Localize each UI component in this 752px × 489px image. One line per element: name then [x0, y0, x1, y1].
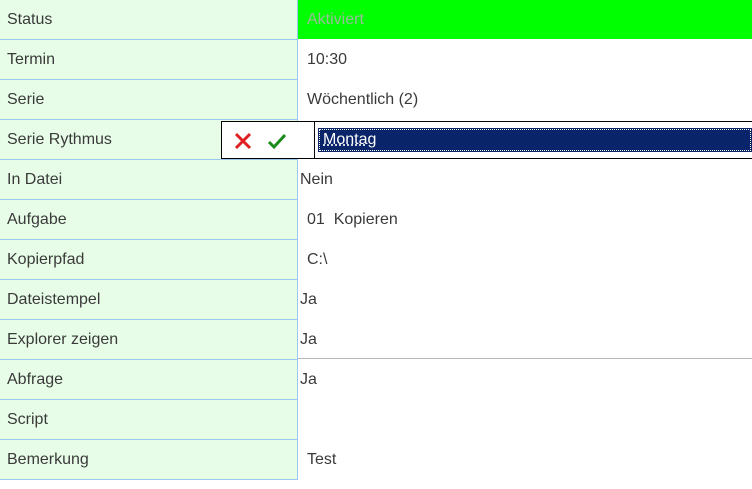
row-label: Status: [0, 0, 298, 40]
label-text: Serie Rythmus: [7, 131, 112, 148]
value-text: Ja: [300, 291, 317, 308]
inline-editor-buttons: [221, 121, 315, 159]
value-text: Ja: [300, 371, 317, 388]
value-cell[interactable]: C:\: [298, 240, 752, 279]
cross-icon: [234, 132, 252, 150]
row-explorer-zeigen[interactable]: Explorer zeigen Ja: [0, 320, 752, 360]
check-icon: [267, 133, 287, 150]
status-value-cell[interactable]: Aktiviert: [298, 0, 752, 39]
label-text: Abfrage: [7, 371, 64, 388]
row-label: Kopierpfad: [0, 240, 298, 280]
confirm-button[interactable]: [264, 128, 290, 154]
value-text: Test: [307, 451, 337, 468]
focus-rect: [319, 129, 751, 151]
selected-option[interactable]: Montag: [318, 128, 752, 152]
row-label: Termin: [0, 40, 298, 80]
row-label: In Datei: [0, 160, 298, 200]
row-label: Abfrage: [0, 360, 298, 400]
row-script[interactable]: Script: [0, 400, 752, 440]
row-abfrage[interactable]: Abfrage Ja: [0, 360, 752, 400]
row-termin[interactable]: Termin 10:30: [0, 40, 752, 80]
label-text: Aufgabe: [7, 211, 67, 228]
value-cell[interactable]: Nein: [298, 160, 752, 199]
value-cell[interactable]: [298, 400, 752, 439]
value-cell[interactable]: 01 Kopieren: [298, 200, 752, 239]
value-cell[interactable]: Ja: [298, 280, 752, 319]
value-cell[interactable]: Ja: [298, 320, 752, 359]
row-label: Aufgabe: [0, 200, 298, 240]
row-label: Dateistempel: [0, 280, 298, 320]
label-text: Serie: [7, 91, 45, 108]
value-cell[interactable]: 10:30: [298, 40, 752, 79]
row-status[interactable]: Status Aktiviert: [0, 0, 752, 40]
serie-rythmus-select[interactable]: Montag: [315, 121, 752, 159]
label-text: Kopierpfad: [7, 251, 85, 268]
value-text: Aktiviert: [307, 11, 364, 28]
value-text: Nein: [300, 171, 333, 188]
row-label: Bemerkung: [0, 440, 298, 480]
value-text: Wöchentlich (2): [307, 91, 419, 108]
value-cell[interactable]: Test: [298, 440, 752, 479]
label-text: Explorer zeigen: [7, 331, 119, 348]
label-text: Bemerkung: [7, 451, 89, 468]
value-text: C:\: [307, 251, 328, 268]
row-aufgabe[interactable]: Aufgabe 01 Kopieren: [0, 200, 752, 240]
label-text: In Datei: [7, 171, 63, 188]
selected-value: Montag: [323, 131, 377, 148]
value-text: 10:30: [307, 51, 348, 68]
value-text: 01 Kopieren: [307, 211, 398, 228]
row-kopierpfad[interactable]: Kopierpfad C:\: [0, 240, 752, 280]
row-label: Explorer zeigen: [0, 320, 298, 360]
label-text: Dateistempel: [7, 291, 101, 308]
row-serie[interactable]: Serie Wöchentlich (2): [0, 80, 752, 120]
row-label: Script: [0, 400, 298, 440]
value-cell[interactable]: Wöchentlich (2): [298, 80, 752, 119]
label-text: Script: [7, 411, 48, 428]
row-bemerkung[interactable]: Bemerkung Test: [0, 440, 752, 480]
row-serie-rythmus[interactable]: Serie Rythmus Montag: [0, 120, 752, 160]
row-dateistempel[interactable]: Dateistempel Ja: [0, 280, 752, 320]
label-text: Status: [7, 11, 53, 28]
row-label: Serie: [0, 80, 298, 120]
value-cell[interactable]: Ja: [298, 360, 752, 399]
value-text: Ja: [300, 331, 317, 348]
cancel-button[interactable]: [230, 128, 256, 154]
label-text: Termin: [7, 51, 56, 68]
row-in-datei[interactable]: In Datei Nein: [0, 160, 752, 200]
property-grid: Status Aktiviert Termin 10:30 Serie Wöch…: [0, 0, 752, 489]
